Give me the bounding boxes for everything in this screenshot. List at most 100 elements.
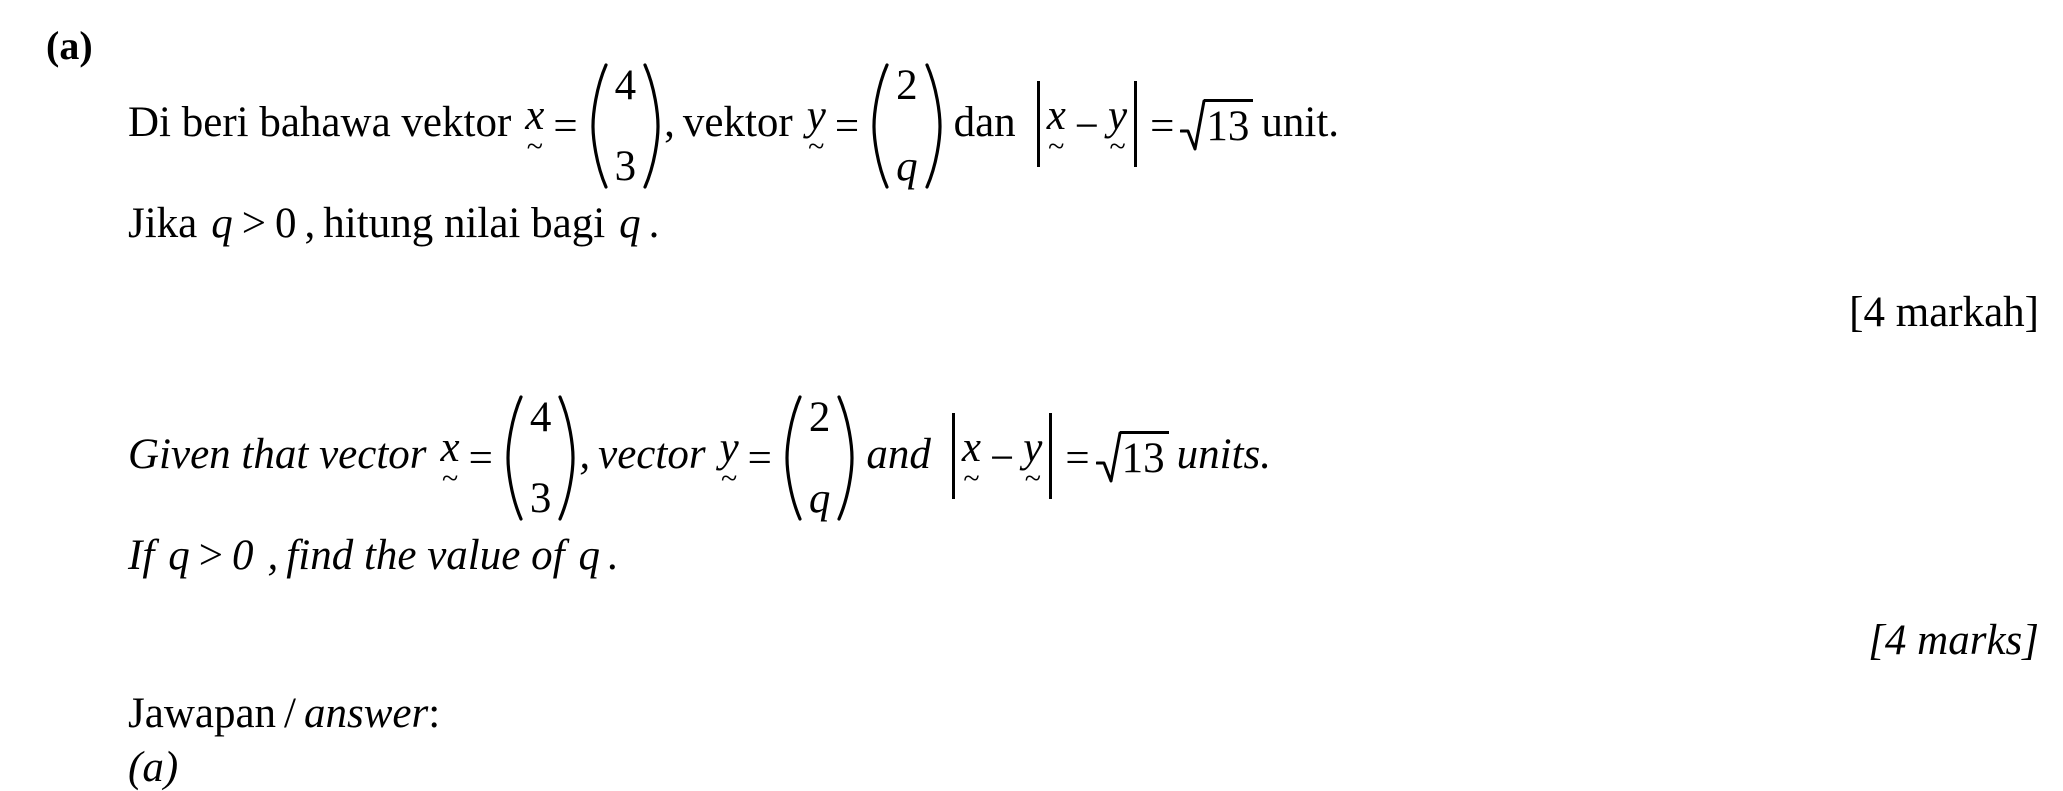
vector-variable-y: y ~ bbox=[1108, 94, 1127, 163]
vector-variable-x: x ~ bbox=[525, 94, 544, 163]
malay-line1-unit: unit. bbox=[1261, 98, 1340, 146]
malay-line1-prefix: Di beri bahawa vektor bbox=[128, 98, 512, 146]
condition-variable: q bbox=[211, 200, 233, 247]
absolute-value-bar-right-icon bbox=[1049, 413, 1053, 499]
english-line2-period: . bbox=[608, 532, 619, 579]
english-line2-comma: , bbox=[267, 532, 279, 579]
equals-sign: = bbox=[1065, 434, 1090, 482]
condition-value: 0 bbox=[275, 200, 297, 247]
tilde-accent-icon: ~ bbox=[526, 130, 543, 163]
question-part-label: (a) bbox=[46, 23, 93, 68]
vector-x-component-2: 3 bbox=[529, 475, 552, 522]
equals-sign: = bbox=[1150, 102, 1175, 150]
vector-y-component-2: q bbox=[808, 475, 831, 522]
answer-label-english: answer bbox=[304, 690, 429, 737]
greater-than-sign: > bbox=[198, 532, 224, 579]
left-paren-icon bbox=[504, 394, 524, 522]
vector-variable-x: x ~ bbox=[962, 426, 981, 495]
malay-line2-comma: , bbox=[304, 200, 316, 247]
vector-x-component-1: 4 bbox=[529, 394, 552, 441]
tilde-accent-icon: ~ bbox=[1048, 130, 1065, 163]
vector-y-component-1: 2 bbox=[896, 62, 918, 109]
equals-sign: = bbox=[747, 434, 772, 482]
condition-value: 0 bbox=[232, 532, 254, 579]
radicand-value: 13 bbox=[1119, 431, 1169, 481]
malay-marks-allocation: [4 markah] bbox=[1849, 289, 2039, 336]
square-root-expression: 13 bbox=[1179, 99, 1254, 151]
english-vector-x-definition: x ~ = 4 3 bbox=[441, 394, 580, 522]
answer-section-label: Jawapan / answer: bbox=[128, 692, 440, 735]
malay-line2-prefix: Jika bbox=[128, 200, 198, 247]
malay-magnitude-expression: x ~ − y ~ = 13 bbox=[1030, 81, 1254, 169]
left-paren-icon bbox=[870, 62, 890, 190]
english-line2-instruction: find the value of bbox=[286, 532, 565, 579]
absolute-value-bar-left-icon bbox=[1036, 81, 1040, 167]
minus-sign: − bbox=[1074, 102, 1100, 150]
vector-variable-y: y ~ bbox=[720, 426, 739, 495]
answer-label-colon: : bbox=[428, 690, 441, 737]
english-line1-unit: units. bbox=[1176, 430, 1272, 478]
absolute-value-bar-right-icon bbox=[1134, 81, 1138, 167]
malay-line2-period: . bbox=[648, 200, 660, 247]
malay-line1-mid: vektor bbox=[682, 98, 793, 146]
tilde-accent-icon: ~ bbox=[720, 462, 738, 495]
vector-y-component-2: q bbox=[896, 143, 918, 190]
english-statement-line-2: If q >0, find the value of q. bbox=[128, 534, 619, 577]
column-vector-x: 43 bbox=[589, 62, 663, 190]
absolute-value-bar-left-icon bbox=[951, 413, 955, 499]
malay-statement-line-2: Jika q >0, hitung nilai bagi q. bbox=[128, 202, 659, 245]
vector-x-component-2: 3 bbox=[614, 143, 637, 190]
right-paren-icon bbox=[924, 62, 944, 190]
tilde-accent-icon: ~ bbox=[1109, 130, 1126, 163]
column-vector-x: 43 bbox=[504, 394, 578, 522]
target-variable: q bbox=[578, 532, 601, 579]
malay-line2-instruction: hitung nilai bagi bbox=[323, 200, 606, 247]
answer-label-separator: / bbox=[284, 690, 296, 737]
left-paren-icon bbox=[589, 62, 609, 190]
english-line1-mid: vector bbox=[598, 430, 706, 478]
right-paren-icon bbox=[836, 394, 856, 522]
english-statement-line-1: Given that vector x ~ = 4 3, vector y ~ = 2 q and x ~ −… bbox=[128, 394, 1271, 522]
equals-sign: = bbox=[468, 434, 493, 482]
document-page: (a) Di beri bahawa vektor x ~ = 4 3, vektor y ~ =… bbox=[0, 0, 2063, 791]
tilde-accent-icon: ~ bbox=[963, 462, 980, 495]
answer-label-malay: Jawapan bbox=[128, 690, 277, 737]
english-magnitude-expression: x ~ − y ~ = 13 bbox=[945, 413, 1169, 501]
square-root-expression: 13 bbox=[1095, 431, 1169, 483]
radical-sign-icon bbox=[1095, 431, 1122, 483]
tilde-accent-icon: ~ bbox=[441, 462, 459, 495]
right-paren-icon bbox=[557, 394, 577, 522]
greater-than-sign: > bbox=[241, 200, 267, 247]
malay-line1-conjunction: dan bbox=[953, 98, 1016, 146]
equals-sign: = bbox=[834, 102, 860, 150]
malay-statement-line-1: Di beri bahawa vektor x ~ = 4 3, vektor y ~ = 2 q da… bbox=[128, 62, 1339, 190]
radicand-value: 13 bbox=[1204, 99, 1254, 149]
column-vector-y: 2q bbox=[783, 394, 857, 522]
vector-variable-x: x ~ bbox=[441, 426, 460, 495]
vector-variable-y: y ~ bbox=[1023, 426, 1042, 495]
english-marks-allocation: [4 marks] bbox=[1868, 617, 2039, 664]
tilde-accent-icon: ~ bbox=[808, 130, 825, 163]
malay-vector-y-definition: y ~ = 2 q bbox=[807, 62, 946, 190]
english-vector-y-definition: y ~ = 2 q bbox=[720, 394, 859, 522]
column-vector-y: 2q bbox=[870, 62, 944, 190]
minus-sign: − bbox=[990, 434, 1015, 482]
vector-variable-x: x ~ bbox=[1047, 94, 1066, 163]
answer-part-label: (a) bbox=[128, 744, 179, 791]
equals-sign: = bbox=[553, 102, 578, 150]
condition-variable: q bbox=[168, 532, 190, 579]
english-line1-comma: , bbox=[579, 430, 591, 478]
malay-line1-comma: , bbox=[664, 98, 675, 146]
english-line1-prefix: Given that vector bbox=[128, 430, 427, 478]
vector-y-component-1: 2 bbox=[808, 394, 831, 441]
vector-variable-y: y ~ bbox=[807, 94, 826, 163]
english-line2-prefix: If bbox=[128, 532, 155, 579]
malay-vector-x-definition: x ~ = 4 3 bbox=[525, 62, 664, 190]
vector-x-component-1: 4 bbox=[614, 62, 637, 109]
left-paren-icon bbox=[783, 394, 803, 522]
target-variable: q bbox=[619, 200, 641, 247]
english-line1-conjunction: and bbox=[866, 430, 931, 478]
tilde-accent-icon: ~ bbox=[1024, 462, 1041, 495]
radical-sign-icon bbox=[1179, 99, 1206, 151]
right-paren-icon bbox=[642, 62, 662, 190]
